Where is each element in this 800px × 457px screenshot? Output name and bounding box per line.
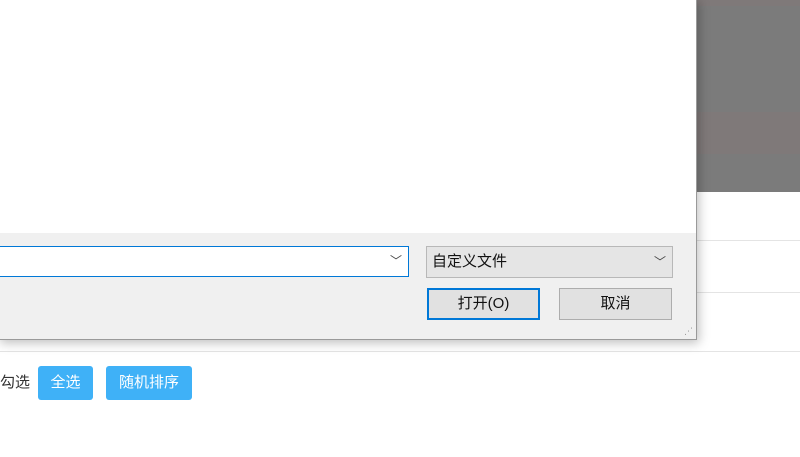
chevron-down-icon[interactable]: ﹀ [388,252,404,270]
check-label: 勾选 [0,374,31,391]
filename-input[interactable]: ﹀ [0,246,409,277]
file-list-area[interactable] [0,0,696,233]
divider [0,351,800,352]
chevron-down-icon[interactable]: ﹀ [652,253,668,271]
resize-grip-icon[interactable]: ⋰ [683,326,693,336]
dialog-footer: ﹀ 自定义文件 ﹀ 打开(O) 取消 ⋰ [0,233,696,339]
shuffle-button[interactable]: 随机排序 [106,366,192,400]
cancel-button[interactable]: 取消 [559,288,672,320]
open-button[interactable]: 打开(O) [427,288,540,320]
file-open-dialog: ﹀ 自定义文件 ﹀ 打开(O) 取消 ⋰ [0,0,697,340]
file-type-select[interactable]: 自定义文件 ﹀ [426,246,673,278]
file-type-value: 自定义文件 [432,253,508,270]
select-all-button[interactable]: 全选 [38,366,93,400]
